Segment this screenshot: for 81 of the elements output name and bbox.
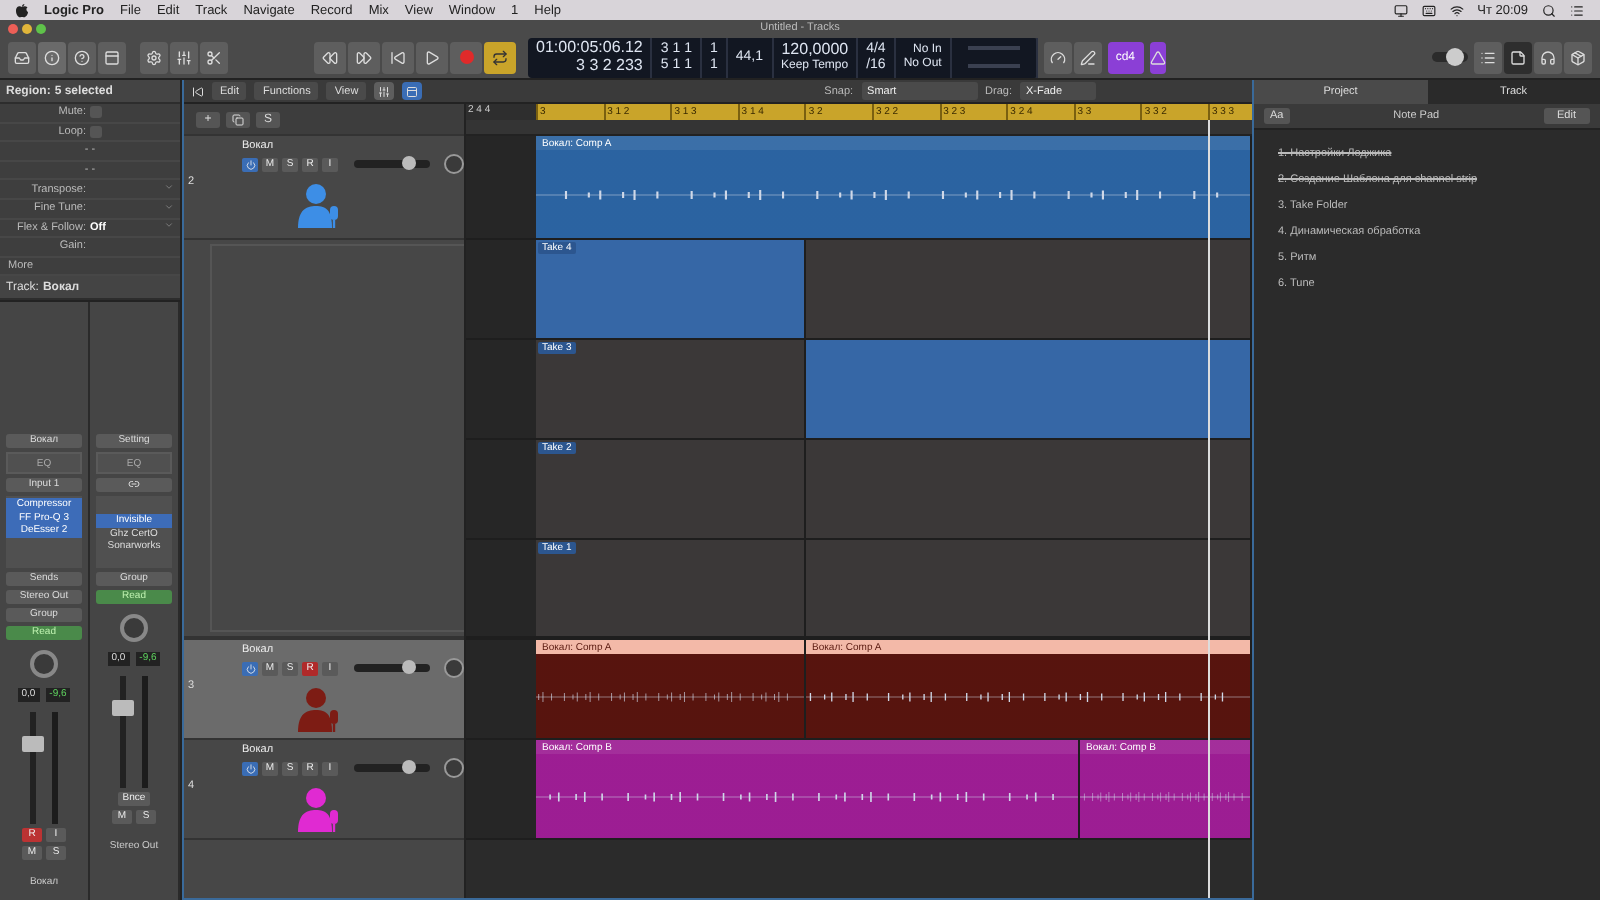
lcd-time: 01:00:05:06.12: [536, 40, 643, 56]
pan-knob[interactable]: [30, 650, 58, 679]
list-icon: [1480, 49, 1496, 65]
link-icon: [128, 478, 140, 491]
settings-icon: [146, 49, 162, 65]
go-to-start-button[interactable]: [382, 41, 414, 73]
forward-button[interactable]: [348, 41, 380, 73]
power-button[interactable]: [242, 157, 258, 171]
toolbar-button[interactable]: [98, 41, 126, 73]
pencil-button[interactable]: [1073, 41, 1102, 73]
minimize-button[interactable]: [22, 23, 32, 33]
sliders-icon: [176, 49, 192, 65]
level-meter: [142, 676, 148, 789]
play-icon: [424, 49, 440, 65]
copy-icon: [232, 113, 244, 125]
rewind-button[interactable]: [314, 41, 346, 73]
duplicate-button[interactable]: [226, 111, 250, 127]
lcd-bars: 3 3 2 233: [536, 58, 643, 74]
inspector-button[interactable]: [38, 41, 66, 73]
volume-slider[interactable]: [354, 764, 430, 772]
record-icon: [459, 50, 473, 64]
power-icon: [245, 159, 255, 169]
fader-cap[interactable]: [22, 736, 44, 753]
note-pad-button[interactable]: [1504, 41, 1532, 73]
metronome-button[interactable]: [1149, 41, 1166, 73]
volume-thumb[interactable]: [1445, 48, 1464, 66]
library-button[interactable]: [8, 41, 36, 73]
close-button[interactable]: [8, 23, 18, 33]
loop-browser-button[interactable]: [1534, 41, 1562, 73]
panel-icon: [104, 49, 120, 65]
volume-thumb[interactable]: [402, 660, 417, 674]
pan-knob[interactable]: [120, 614, 148, 643]
note-icon: [1510, 49, 1526, 65]
level-meter: [52, 712, 58, 825]
volume-slider[interactable]: [354, 160, 430, 168]
monitor-icon[interactable]: [1393, 3, 1408, 17]
master-volume-slider[interactable]: [1431, 52, 1468, 62]
forward-icon: [356, 49, 372, 65]
pan-knob[interactable]: [444, 658, 464, 678]
back-icon[interactable]: [192, 85, 204, 97]
power-icon: [245, 763, 255, 773]
skip-back-icon: [390, 49, 406, 65]
triangle-icon: [1149, 49, 1166, 65]
gauge-icon: [1049, 49, 1066, 65]
scissors-button[interactable]: [200, 41, 228, 73]
fader-cap[interactable]: [112, 700, 134, 717]
power-icon: [245, 663, 255, 673]
list-icon[interactable]: [1570, 3, 1584, 17]
grid-button[interactable]: [374, 82, 395, 100]
volume-thumb[interactable]: [402, 156, 417, 170]
pan-knob[interactable]: [444, 154, 464, 174]
power-button[interactable]: [242, 661, 258, 675]
browser-button[interactable]: [1564, 41, 1592, 73]
power-button[interactable]: [242, 761, 258, 775]
volume-slider[interactable]: [354, 664, 430, 672]
scissors-icon: [206, 49, 222, 65]
flex-button[interactable]: [402, 82, 423, 100]
mixer-button[interactable]: [170, 41, 198, 73]
volume-thumb[interactable]: [402, 760, 417, 774]
help-button[interactable]: [68, 41, 96, 73]
pencil-icon: [1079, 49, 1096, 65]
play-button[interactable]: [416, 41, 448, 73]
wifi-icon[interactable]: [1449, 3, 1464, 17]
headphones-icon: [1540, 49, 1556, 65]
keyboard-icon[interactable]: [1421, 3, 1436, 17]
pan-knob[interactable]: [444, 758, 464, 778]
rewind-icon: [322, 49, 338, 65]
cycle-icon: [492, 49, 508, 65]
tuner-button[interactable]: [1043, 41, 1072, 73]
inbox-icon: [14, 49, 30, 65]
package-icon: [1570, 49, 1586, 65]
checkbox[interactable]: [90, 106, 102, 119]
info-icon: [44, 49, 60, 65]
cycle-button[interactable]: [484, 41, 516, 73]
lcd-tempo: 120,0000: [781, 42, 849, 58]
settings-button[interactable]: [140, 41, 168, 73]
list-editors-button[interactable]: [1474, 41, 1502, 73]
help-icon: [74, 49, 90, 65]
link-button[interactable]: [96, 478, 172, 493]
zoom-button[interactable]: [36, 23, 46, 33]
search-icon[interactable]: [1542, 3, 1556, 17]
